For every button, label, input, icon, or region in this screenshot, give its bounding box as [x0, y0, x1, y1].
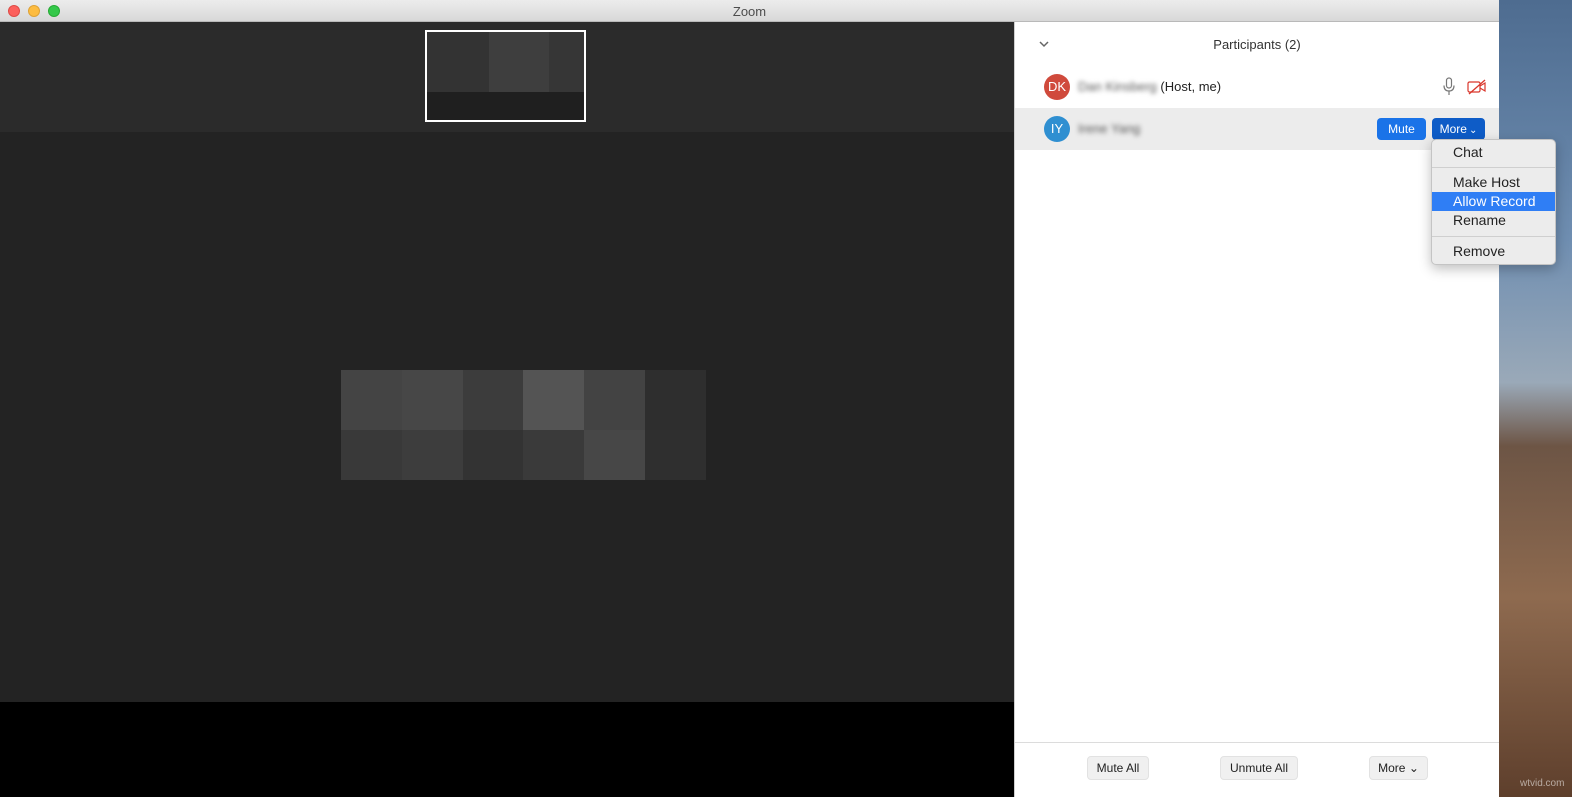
participant-row[interactable]: DK Dan Kinsberg (Host, me)	[1015, 66, 1499, 108]
video-off-icon[interactable]	[1467, 79, 1487, 95]
mute-all-button[interactable]: Mute All	[1087, 756, 1149, 780]
participant-more-button[interactable]: More ⌄	[1432, 118, 1485, 140]
avatar: IY	[1044, 116, 1070, 142]
video-area[interactable]	[0, 22, 1014, 797]
participant-row[interactable]: IY Irene Yang Mute More ⌄	[1015, 108, 1499, 150]
footer-more-button[interactable]: More ⌄	[1369, 756, 1428, 780]
chevron-down-icon: ⌄	[1408, 761, 1419, 775]
mute-participant-button[interactable]: Mute	[1377, 118, 1426, 140]
title-bar: Zoom	[0, 0, 1499, 22]
zoom-window: Zoom Participants (2) DK Dan Kinsberg (H…	[0, 0, 1499, 797]
window-title: Zoom	[732, 4, 767, 19]
participant-name: Irene Yang	[1078, 121, 1140, 136]
active-speaker-video	[341, 370, 706, 480]
meeting-toolbar-area	[0, 702, 1014, 797]
avatar: DK	[1044, 74, 1070, 100]
more-label: More	[1378, 761, 1406, 775]
participant-name: Dan Kinsberg (Host, me)	[1078, 79, 1221, 94]
video-thumbnail[interactable]	[425, 30, 586, 122]
participant-name-text: Dan Kinsberg	[1078, 79, 1157, 94]
participant-context-menu: Chat Make Host Allow Record Rename Remov…	[1431, 139, 1556, 265]
thumbnail-strip	[0, 22, 1014, 132]
menu-item-allow-record[interactable]: Allow Record	[1432, 192, 1555, 211]
microphone-icon[interactable]	[1442, 77, 1456, 97]
watermark: wtvid.com	[1520, 778, 1565, 789]
menu-item-chat[interactable]: Chat	[1432, 143, 1555, 162]
menu-separator	[1432, 236, 1555, 237]
menu-item-remove[interactable]: Remove	[1432, 242, 1555, 261]
participants-panel: Participants (2) DK Dan Kinsberg (Host, …	[1014, 22, 1499, 797]
unmute-all-button[interactable]: Unmute All	[1220, 756, 1298, 780]
participants-footer: Mute All Unmute All More ⌄	[1015, 742, 1499, 797]
chevron-down-icon: ⌄	[1468, 125, 1478, 136]
menu-separator	[1432, 167, 1555, 168]
participants-header: Participants (2)	[1015, 22, 1499, 66]
desktop-wallpaper	[1498, 0, 1572, 797]
more-label: More	[1439, 122, 1467, 136]
panel-title: Participants (2)	[1213, 37, 1301, 52]
menu-item-make-host[interactable]: Make Host	[1432, 173, 1555, 192]
menu-item-rename[interactable]: Rename	[1432, 211, 1555, 230]
participant-name-text: Irene Yang	[1078, 121, 1141, 136]
participant-role: (Host, me)	[1160, 79, 1222, 94]
